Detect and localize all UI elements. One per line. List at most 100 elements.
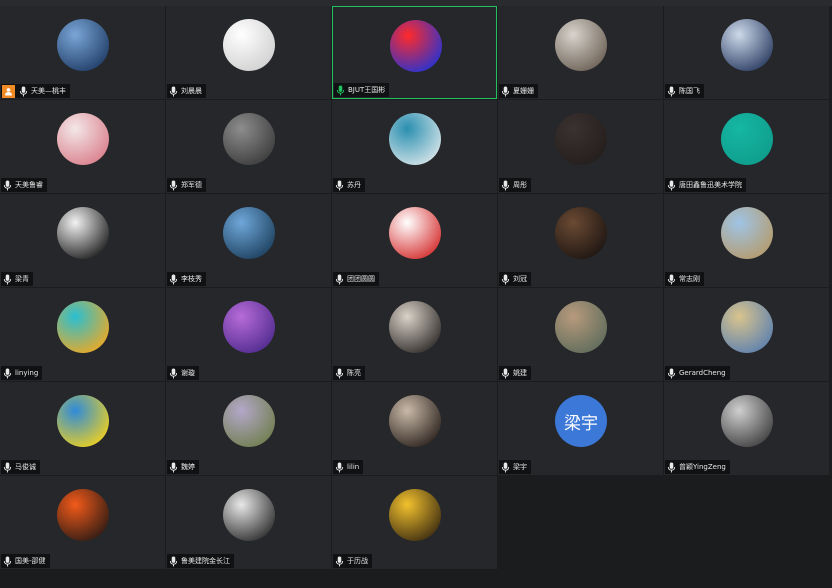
participant-avatar: [389, 489, 441, 541]
participant-avatar: [57, 395, 109, 447]
participant-tile[interactable]: 梁宇 梁宇: [498, 382, 663, 475]
bottom-strip: [0, 570, 832, 588]
microphone-icon: [169, 462, 178, 473]
microphone-icon: [501, 274, 510, 285]
participant-tile[interactable]: 国美-邵健: [0, 476, 165, 569]
participant-tile[interactable]: 郑军德: [166, 100, 331, 193]
participant-tile[interactable]: BJUT王国彬: [332, 6, 497, 99]
participant-avatar: [721, 301, 773, 353]
participant-tile[interactable]: 陈国飞: [664, 6, 829, 99]
participant-tile[interactable]: 唐田鑫鲁迅美术学院: [664, 100, 829, 193]
participant-tile[interactable]: 周彤: [498, 100, 663, 193]
participant-nameplate: 天美—桃丰: [1, 84, 70, 98]
participant-avatar: [57, 113, 109, 165]
participant-tile[interactable]: 天美鲁睿: [0, 100, 165, 193]
participant-name: 陈国飞: [679, 87, 700, 95]
participant-tile[interactable]: linying: [0, 288, 165, 381]
participant-tile[interactable]: 李枝秀: [166, 194, 331, 287]
participant-avatar: [223, 113, 275, 165]
participant-nameplate: 陈亮: [333, 366, 365, 380]
participant-avatar: [57, 489, 109, 541]
microphone-icon: [335, 180, 344, 191]
participant-nameplate: 鲁美建院金长江: [167, 554, 234, 568]
microphone-icon: [3, 368, 12, 379]
participant-name: linying: [15, 369, 39, 377]
participant-nameplate: GerardCheng: [665, 366, 730, 380]
participant-tile[interactable]: 姚建: [498, 288, 663, 381]
participant-nameplate: 苏丹: [333, 178, 365, 192]
participant-nameplate: 李枝秀: [167, 272, 206, 286]
participant-name: 郑军德: [181, 181, 202, 189]
microphone-icon: [501, 86, 510, 97]
participant-tile[interactable]: GerardCheng: [664, 288, 829, 381]
participant-tile[interactable]: 于历战: [332, 476, 497, 569]
participant-nameplate: 陈国飞: [665, 84, 704, 98]
participant-avatar: 梁宇: [555, 395, 607, 447]
participant-nameplate: 天美鲁睿: [1, 178, 47, 192]
participant-tile[interactable]: 鲁美建院金长江: [166, 476, 331, 569]
participant-nameplate: 常志刚: [665, 272, 704, 286]
participant-nameplate: 国美-邵健: [1, 554, 50, 568]
participant-nameplate: 刘晨晨: [167, 84, 206, 98]
avatar-initials: 梁宇: [564, 413, 598, 434]
participant-name: GerardCheng: [679, 369, 726, 377]
participant-name: lilin: [347, 463, 360, 471]
microphone-icon: [19, 86, 28, 97]
participant-name: 苏丹: [347, 181, 361, 189]
microphone-icon: [169, 368, 178, 379]
participant-name: 马俊诚: [15, 463, 36, 471]
participant-nameplate: linying: [1, 366, 43, 380]
microphone-icon: [667, 462, 676, 473]
participant-name: 陈亮: [347, 369, 361, 377]
participant-name: 天美—桃丰: [31, 87, 66, 95]
microphone-icon: [335, 556, 344, 567]
participant-tile[interactable]: 马俊诚: [0, 382, 165, 475]
participant-tile[interactable]: 梁青: [0, 194, 165, 287]
microphone-icon: [667, 368, 676, 379]
participant-avatar: [555, 207, 607, 259]
participant-tile[interactable]: 团团圆圆: [332, 194, 497, 287]
participant-tile[interactable]: 常志刚: [664, 194, 829, 287]
participant-name: 周彤: [513, 181, 527, 189]
microphone-icon: [3, 556, 12, 567]
participant-avatar: [389, 207, 441, 259]
microphone-icon: [335, 274, 344, 285]
participant-avatar: [721, 19, 773, 71]
participant-avatar: [57, 301, 109, 353]
participant-nameplate: 马俊诚: [1, 460, 40, 474]
participant-name: 梁青: [15, 275, 29, 283]
participant-name: 夏姗姗: [513, 87, 534, 95]
participant-tile[interactable]: 苏丹: [332, 100, 497, 193]
participant-tile[interactable]: 天美—桃丰: [0, 6, 165, 99]
participant-tile[interactable]: lilin: [332, 382, 497, 475]
participant-avatar: [223, 395, 275, 447]
participant-name: 李枝秀: [181, 275, 202, 283]
participant-avatar: [57, 207, 109, 259]
participant-tile[interactable]: 夏姗姗: [498, 6, 663, 99]
participant-name: 梁宇: [513, 463, 527, 471]
participant-tile[interactable]: 曾颖YingZeng: [664, 382, 829, 475]
participant-nameplate: 魏婷: [167, 460, 199, 474]
participant-tile[interactable]: 陈亮: [332, 288, 497, 381]
microphone-icon: [667, 86, 676, 97]
microphone-icon: [501, 462, 510, 473]
microphone-icon: [335, 368, 344, 379]
participant-avatar: [721, 207, 773, 259]
microphone-icon: [3, 462, 12, 473]
participant-name: 国美-邵健: [15, 557, 46, 565]
participant-nameplate: 梁青: [1, 272, 33, 286]
microphone-icon: [667, 180, 676, 191]
participant-name: 鲁美建院金长江: [181, 557, 230, 565]
participant-avatar: [555, 19, 607, 71]
participant-tile[interactable]: 刘晨晨: [166, 6, 331, 99]
participant-name: 于历战: [347, 557, 368, 565]
participant-nameplate: 夏姗姗: [499, 84, 538, 98]
participant-name: 魏婷: [181, 463, 195, 471]
participant-tile[interactable]: 刘冠: [498, 194, 663, 287]
participant-avatar: [223, 301, 275, 353]
participant-avatar: [555, 113, 607, 165]
participant-tile[interactable]: 谢璇: [166, 288, 331, 381]
participant-tile[interactable]: 魏婷: [166, 382, 331, 475]
participant-avatar: [57, 19, 109, 71]
participant-nameplate: 姚建: [499, 366, 531, 380]
